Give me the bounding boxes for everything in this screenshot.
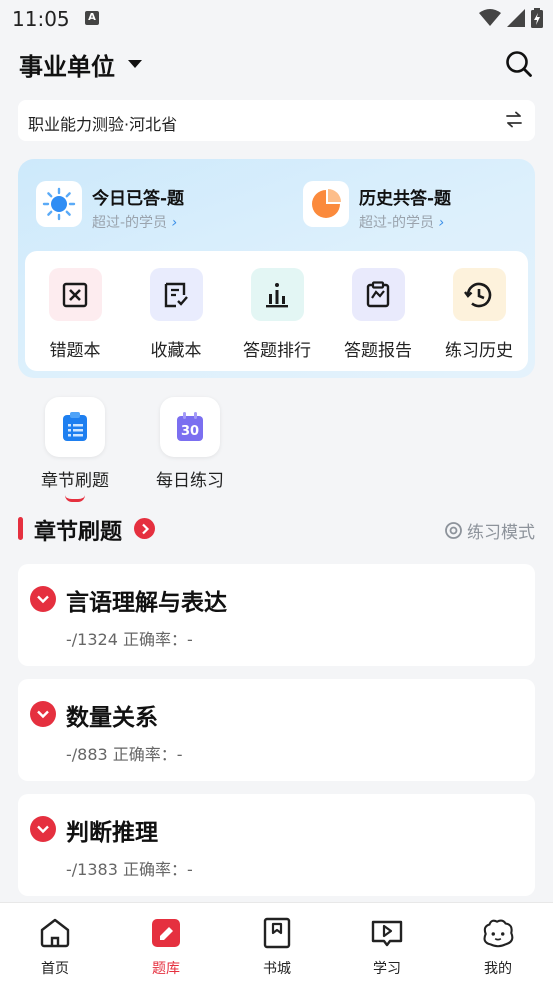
today-answered-stat[interactable]: 今日已答-题 超过-的学员 ›: [36, 181, 184, 232]
practice-mode-label: 练习模式: [467, 523, 535, 543]
nav-home[interactable]: 首页: [15, 915, 95, 978]
stat-title: 今日已答-题: [92, 189, 185, 209]
status-time: 11:05: [12, 7, 70, 31]
chapter-practice-icon: [45, 397, 105, 457]
tool-label: 收藏本: [150, 341, 202, 361]
chapter-stats: -/883 正确率：-: [66, 745, 183, 764]
favorites-icon: [149, 268, 203, 321]
nav-bookstore[interactable]: 书城: [237, 915, 317, 978]
chevron-right-icon[interactable]: [134, 518, 155, 539]
chapter-title: 判断推理: [66, 820, 158, 846]
sun-icon: [36, 181, 82, 227]
chapter-card[interactable]: 判断推理 -/1383 正确率：-: [18, 794, 535, 896]
tool-label: 错题本: [49, 341, 101, 361]
chevron-down-icon[interactable]: [30, 701, 56, 727]
nav-study[interactable]: 学习: [347, 915, 427, 978]
stats-card: 今日已答-题 超过-的学员 › 历史共答-题 超过-的学员 › 错题本 收藏本: [18, 159, 535, 378]
bottom-nav: 首页 题库 书城 学习 我的: [0, 902, 553, 984]
tool-label: 练习历史: [445, 341, 513, 361]
bookstore-icon: [259, 915, 295, 951]
mode-label: 每日练习: [156, 471, 224, 491]
notification-a-icon: A: [85, 11, 99, 25]
battery-icon: [531, 8, 543, 28]
report-button[interactable]: 答题报告: [333, 268, 423, 361]
chapter-stats: -/1383 正确率：-: [66, 860, 193, 879]
nav-label: 学习: [373, 961, 401, 977]
caret-down-icon[interactable]: [128, 60, 142, 68]
gear-icon: [445, 522, 462, 539]
signal-icon: [507, 9, 525, 27]
pie-chart-icon: [303, 181, 349, 227]
nav-label: 书城: [263, 961, 291, 977]
stat-sub: 超过-的学员 ›: [92, 215, 178, 231]
study-icon: [369, 915, 405, 951]
nav-label: 题库: [152, 961, 180, 977]
status-bar: 11:05 A: [0, 0, 553, 38]
history-icon: [452, 268, 506, 321]
nav-question-bank[interactable]: 题库: [126, 915, 206, 978]
history-answered-stat[interactable]: 历史共答-题 超过-的学员 ›: [303, 181, 451, 232]
swap-icon[interactable]: [505, 111, 523, 129]
wifi-icon: [479, 9, 501, 26]
section-header: 章节刷题 练习模式: [0, 512, 553, 546]
top-header: 事业单位: [0, 44, 553, 84]
chapter-title: 数量关系: [66, 705, 158, 731]
daily-practice-icon: 30: [160, 397, 220, 457]
practice-mode-button[interactable]: 练习模式: [444, 518, 535, 543]
tools-panel: 错题本 收藏本 答题排行 答题报告 练习历史: [25, 251, 528, 371]
wrong-book-icon: [48, 268, 102, 321]
section-title: 章节刷题: [34, 520, 123, 545]
profile-icon: [480, 915, 516, 951]
tool-label: 答题报告: [344, 341, 412, 361]
wrong-book-button[interactable]: 错题本: [30, 268, 120, 361]
chapter-stats: -/1324 正确率：-: [66, 630, 193, 649]
chevron-down-icon[interactable]: [30, 586, 56, 612]
section-accent-bar: [18, 517, 23, 540]
nav-profile[interactable]: 我的: [458, 915, 538, 978]
report-icon: [351, 268, 405, 321]
home-icon: [37, 915, 73, 951]
subject-label: 职业能力测验·河北省: [28, 115, 178, 134]
mode-label: 章节刷题: [41, 471, 109, 491]
calendar-badge: 30: [181, 424, 199, 439]
status-icons: [479, 8, 543, 28]
chapter-title: 言语理解与表达: [66, 590, 227, 616]
subject-selector[interactable]: 职业能力测验·河北省: [18, 100, 535, 141]
stat-sub: 超过-的学员 ›: [359, 215, 445, 231]
chapter-card[interactable]: 数量关系 -/883 正确率：-: [18, 679, 535, 781]
chapter-practice-tab[interactable]: 章节刷题: [30, 397, 120, 502]
ranking-icon: [250, 268, 304, 321]
nav-label: 我的: [484, 961, 512, 977]
exam-category-title[interactable]: 事业单位: [19, 47, 115, 82]
stat-title: 历史共答-题: [359, 189, 452, 209]
ranking-button[interactable]: 答题排行: [232, 268, 322, 361]
question-bank-icon: [148, 915, 184, 951]
favorites-button[interactable]: 收藏本: [131, 268, 221, 361]
search-icon[interactable]: [505, 50, 533, 78]
history-button[interactable]: 练习历史: [434, 268, 524, 361]
daily-practice-tab[interactable]: 30 每日练习: [145, 397, 235, 491]
chevron-down-icon[interactable]: [30, 816, 56, 842]
active-indicator: [65, 495, 85, 502]
chapter-card[interactable]: 言语理解与表达 -/1324 正确率：-: [18, 564, 535, 666]
nav-label: 首页: [41, 961, 69, 977]
tool-label: 答题排行: [243, 341, 311, 361]
